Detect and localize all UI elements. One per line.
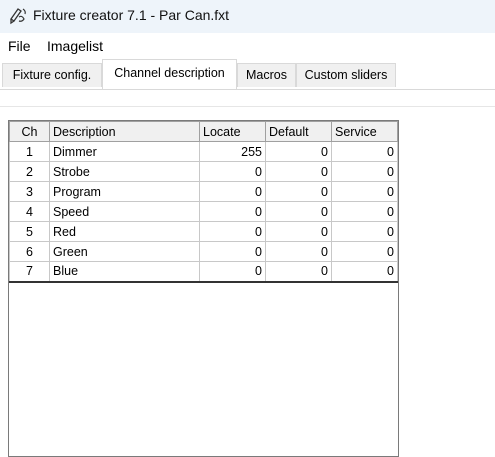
- cell-service[interactable]: 0: [331, 201, 398, 222]
- cell-locate[interactable]: 0: [199, 181, 266, 202]
- cell-locate[interactable]: 0: [199, 221, 266, 242]
- table-row: 7 Blue 0 0 0: [9, 261, 398, 283]
- tab-fixture-config[interactable]: Fixture config.: [2, 63, 102, 87]
- column-header-description[interactable]: Description: [49, 121, 200, 142]
- table-row: 5 Red 0 0 0: [9, 221, 398, 242]
- table-row: 1 Dimmer 255 0 0: [9, 141, 398, 162]
- cell-description[interactable]: Blue: [49, 261, 200, 283]
- cell-ch[interactable]: 4: [9, 201, 50, 222]
- cell-default[interactable]: 0: [265, 181, 332, 202]
- cell-locate[interactable]: 255: [199, 141, 266, 162]
- cell-ch[interactable]: 5: [9, 221, 50, 242]
- channel-grid[interactable]: Ch Description Locate Default Service 1 …: [8, 120, 399, 457]
- cell-default[interactable]: 0: [265, 221, 332, 242]
- column-header-default[interactable]: Default: [265, 121, 332, 142]
- window-title: Fixture creator 7.1 - Par Can.fxt: [33, 7, 230, 23]
- cell-default[interactable]: 0: [265, 241, 332, 262]
- channel-table: Ch Description Locate Default Service 1 …: [9, 121, 398, 283]
- table-row: 4 Speed 0 0 0: [9, 201, 398, 222]
- cell-service[interactable]: 0: [331, 261, 398, 283]
- cell-service[interactable]: 0: [331, 221, 398, 242]
- cell-ch[interactable]: 1: [9, 141, 50, 162]
- cell-description[interactable]: Speed: [49, 201, 200, 222]
- cell-ch[interactable]: 7: [9, 261, 50, 283]
- menu-bar: File Imagelist: [0, 33, 495, 59]
- cell-locate[interactable]: 0: [199, 161, 266, 182]
- column-header-ch[interactable]: Ch: [9, 121, 50, 142]
- tab-panel-toolbar: [0, 89, 495, 107]
- cell-service[interactable]: 0: [331, 141, 398, 162]
- menu-imagelist[interactable]: Imagelist: [47, 38, 103, 54]
- tab-strip: Fixture config. Channel description Macr…: [0, 59, 495, 89]
- cell-description[interactable]: Green: [49, 241, 200, 262]
- cell-description[interactable]: Program: [49, 181, 200, 202]
- table-row: 3 Program 0 0 0: [9, 181, 398, 202]
- table-header-row: Ch Description Locate Default Service: [9, 121, 398, 142]
- cell-ch[interactable]: 6: [9, 241, 50, 262]
- cell-default[interactable]: 0: [265, 141, 332, 162]
- tab-channel-description[interactable]: Channel description: [102, 59, 237, 89]
- cell-locate[interactable]: 0: [199, 261, 266, 283]
- cell-locate[interactable]: 0: [199, 201, 266, 222]
- cell-ch[interactable]: 2: [9, 161, 50, 182]
- column-header-locate[interactable]: Locate: [199, 121, 266, 142]
- column-header-service[interactable]: Service: [331, 121, 398, 142]
- cell-description[interactable]: Strobe: [49, 161, 200, 182]
- cell-default[interactable]: 0: [265, 201, 332, 222]
- cell-service[interactable]: 0: [331, 181, 398, 202]
- cell-locate[interactable]: 0: [199, 241, 266, 262]
- cell-service[interactable]: 0: [331, 241, 398, 262]
- cell-default[interactable]: 0: [265, 161, 332, 182]
- table-row: 2 Strobe 0 0 0: [9, 161, 398, 182]
- cell-description[interactable]: Dimmer: [49, 141, 200, 162]
- table-row: 6 Green 0 0 0: [9, 241, 398, 262]
- cell-default[interactable]: 0: [265, 261, 332, 283]
- menu-file[interactable]: File: [8, 38, 31, 54]
- title-bar: Fixture creator 7.1 - Par Can.fxt: [0, 0, 495, 33]
- cell-service[interactable]: 0: [331, 161, 398, 182]
- fixture-pencil-icon: [10, 8, 26, 25]
- tab-macros[interactable]: Macros: [237, 63, 296, 87]
- cell-description[interactable]: Red: [49, 221, 200, 242]
- tab-custom-sliders[interactable]: Custom sliders: [296, 63, 396, 87]
- cell-ch[interactable]: 3: [9, 181, 50, 202]
